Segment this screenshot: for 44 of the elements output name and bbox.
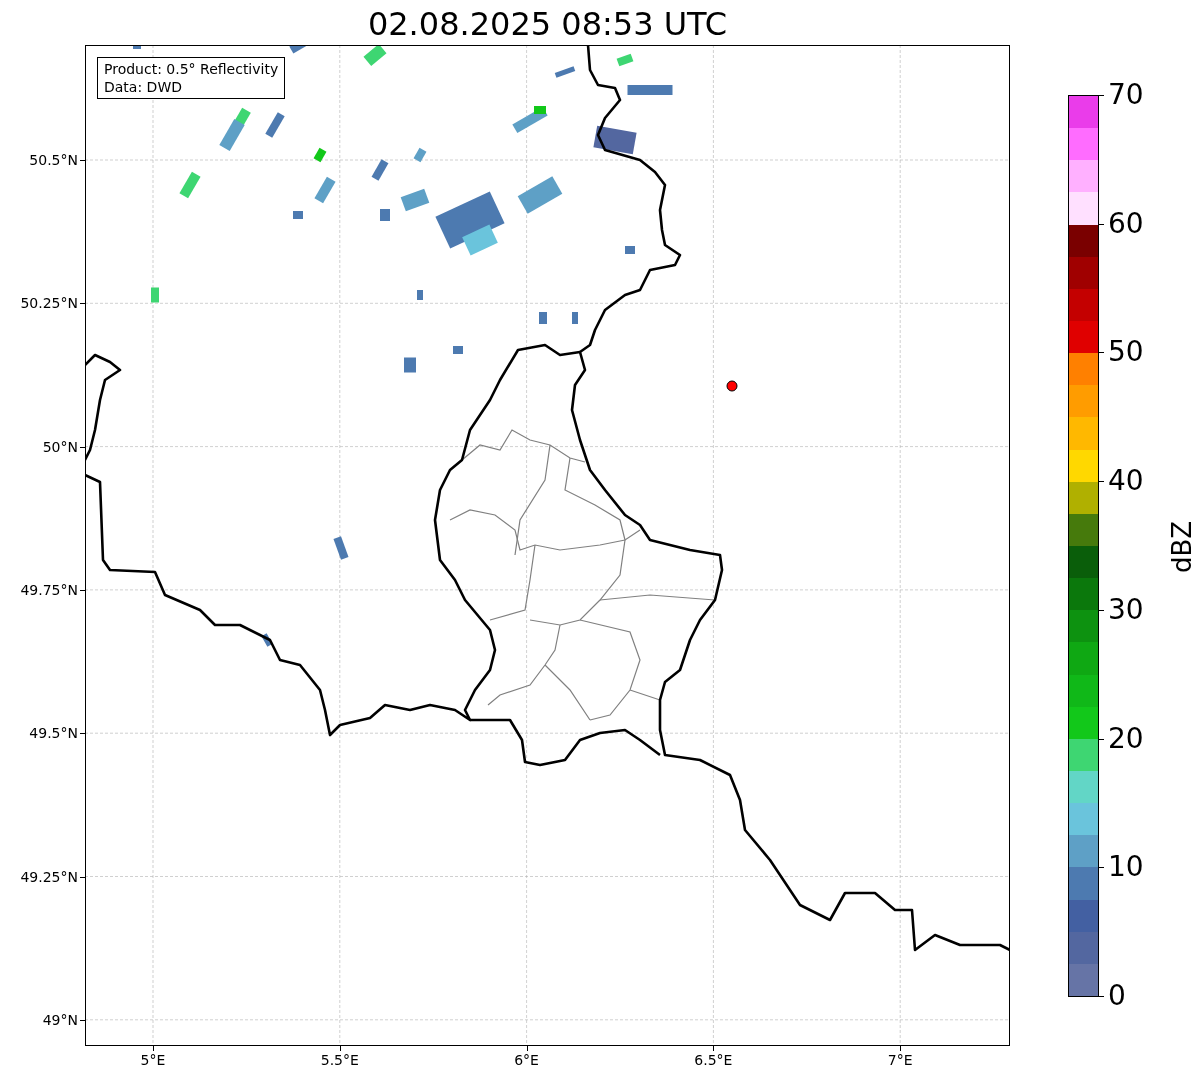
latitude-label: 49.25°N xyxy=(20,868,78,885)
colorbar-tick-label: 60 xyxy=(1108,207,1144,240)
info-text: Product: 0.5° Reflectivity xyxy=(104,60,279,78)
longitude-label: 5°E xyxy=(139,1052,167,1068)
colorbar-tick-label: 50 xyxy=(1108,336,1144,369)
longitude-label: 5.5°E xyxy=(319,1052,360,1068)
latitude-label: 49.5°N xyxy=(29,725,78,742)
radar-echo xyxy=(572,312,578,324)
radar-echo xyxy=(616,53,634,67)
chart-title: 02.08.2025 08:53 UTC xyxy=(367,5,728,43)
latitude-label: 50°N xyxy=(42,438,78,455)
radar-echo xyxy=(539,312,547,324)
radar-echo xyxy=(417,290,423,300)
radar-echo xyxy=(293,211,303,219)
radar-echo xyxy=(453,346,463,354)
colorbar-label: dBZ xyxy=(1167,520,1197,574)
radar-echo xyxy=(627,85,673,95)
colorbar-tick-label: 20 xyxy=(1108,722,1144,755)
radar-echo xyxy=(380,209,390,221)
longitude-label: 7°E xyxy=(886,1052,914,1068)
radar-echo xyxy=(554,66,576,78)
latitude-label: 49°N xyxy=(42,1011,78,1028)
radar-echo xyxy=(151,287,159,303)
colorbar-tick-label: 40 xyxy=(1108,465,1144,498)
latitude-label: 50.5°N xyxy=(29,152,78,168)
longitude-label: 6°E xyxy=(513,1052,540,1068)
colorbar-tick-label: 70 xyxy=(1108,79,1144,111)
radar-echo xyxy=(404,357,416,373)
radar-echo xyxy=(413,147,427,163)
radar-echo xyxy=(261,633,273,647)
radar-echo xyxy=(371,159,389,181)
radar-echo xyxy=(333,536,349,560)
colorbar-tick-label: 10 xyxy=(1108,851,1144,884)
location-marker xyxy=(726,380,738,392)
latitude-label: 50.25°N xyxy=(20,295,78,312)
radar-echo xyxy=(133,45,141,49)
info-text: Data: DWD xyxy=(104,78,183,96)
radar-echo xyxy=(313,147,327,163)
latitude-label: 49.75°N xyxy=(20,581,78,598)
colorbar-tick-label: 0 xyxy=(1108,980,1126,1012)
colorbar-tick-label: 30 xyxy=(1108,593,1144,626)
radar-echo xyxy=(625,246,635,254)
longitude-label: 6.5°E xyxy=(693,1052,734,1068)
radar-echo xyxy=(593,125,637,155)
